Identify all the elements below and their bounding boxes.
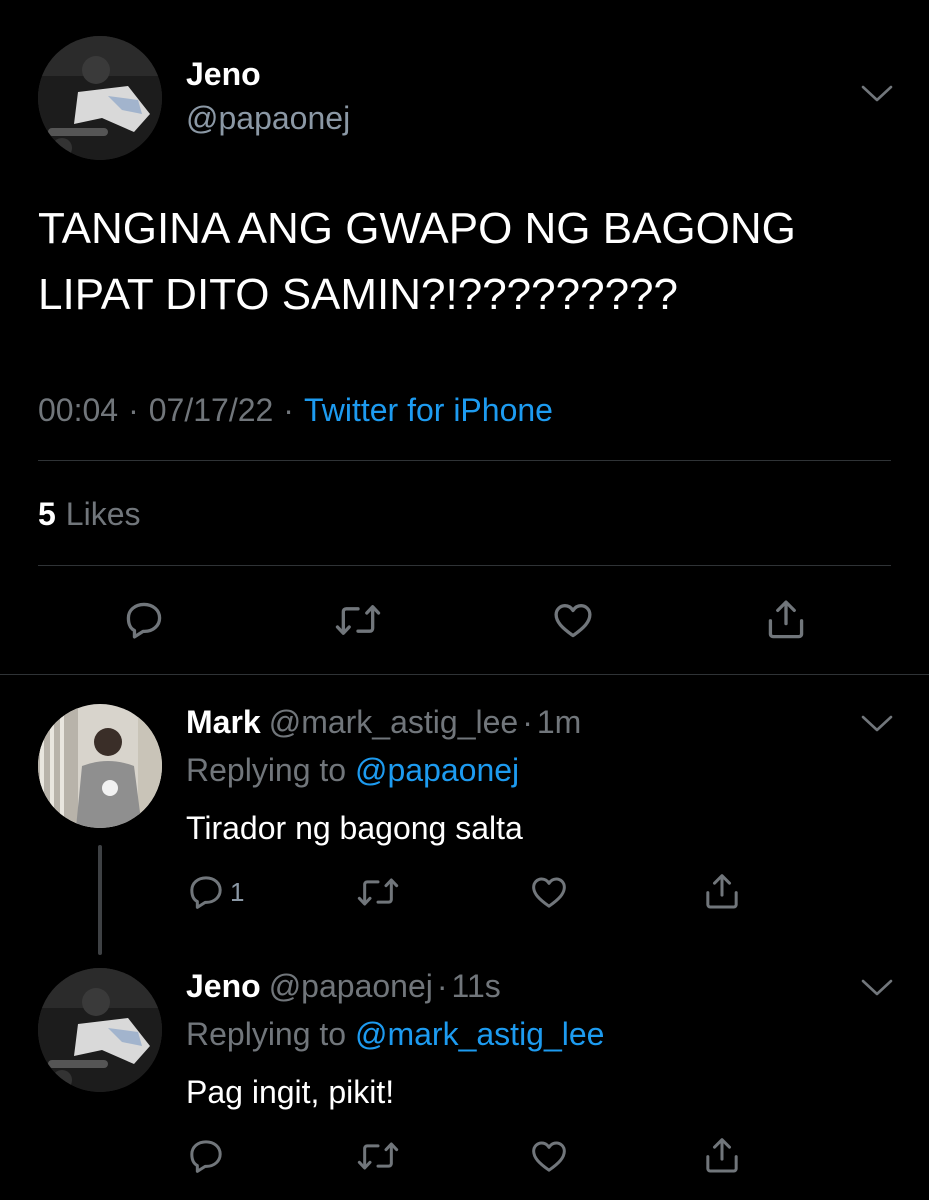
- like-icon: [532, 877, 566, 908]
- reply-icon: [190, 1140, 222, 1173]
- reply-text: Tirador ng bagong salta: [186, 810, 523, 846]
- share-button[interactable]: [702, 1134, 742, 1176]
- retweet-button[interactable]: [356, 872, 400, 912]
- avatar[interactable]: [38, 704, 162, 828]
- reply-icon: [190, 876, 222, 909]
- reply-button[interactable]: [186, 1136, 230, 1176]
- meta-dot: ·: [128, 392, 139, 428]
- retweet-icon: [335, 605, 381, 635]
- reply-text: Pag ingit, pikit!: [186, 1074, 395, 1110]
- tweet-date: 07/17/22: [148, 392, 274, 428]
- share-icon: [706, 1138, 738, 1173]
- header-dot: ·: [436, 968, 448, 1004]
- retweet-icon: [357, 1142, 399, 1170]
- share-button[interactable]: [764, 596, 808, 642]
- share-icon: [706, 874, 738, 909]
- reply-author-name[interactable]: Jeno: [186, 968, 261, 1004]
- tweet-text: TANGINA ANG GWAPO NG BAGONG LIPAT DITO S…: [38, 204, 796, 319]
- reply-author-handle[interactable]: @mark_astig_lee: [269, 704, 518, 740]
- retweet-button[interactable]: [356, 1136, 400, 1176]
- share-button[interactable]: [702, 870, 742, 912]
- meta-dot: ·: [283, 392, 294, 428]
- divider: [38, 460, 891, 461]
- chevron-down-icon[interactable]: [860, 712, 894, 734]
- likes-count: 5: [38, 496, 56, 532]
- reply-time: 1m: [536, 704, 582, 740]
- chevron-down-icon[interactable]: [860, 82, 894, 104]
- like-icon: [532, 1141, 566, 1172]
- avatar-photo: [38, 36, 162, 160]
- avatar-photo: [38, 968, 162, 1092]
- tweet-time: 00:04: [38, 392, 119, 428]
- reply-author-name[interactable]: Mark: [186, 704, 261, 740]
- avatar[interactable]: [38, 36, 162, 160]
- mention-link[interactable]: @papaonej: [355, 752, 519, 788]
- reply-button[interactable]: 1: [186, 872, 244, 912]
- header-dot: ·: [522, 704, 533, 740]
- retweet-icon: [357, 878, 399, 906]
- thread-connector: [98, 845, 102, 955]
- author-handle[interactable]: @papaonej: [186, 100, 350, 136]
- like-button[interactable]: [550, 598, 596, 642]
- replying-to: Replying to @mark_astig_lee: [186, 1014, 604, 1054]
- reply-time: 11s: [451, 968, 501, 1004]
- avatar[interactable]: [38, 968, 162, 1092]
- author-name[interactable]: Jeno: [186, 56, 261, 92]
- share-icon: [768, 600, 804, 639]
- reply-header: Mark @mark_astig_lee · 1m: [186, 702, 581, 742]
- tweet-detail-view: Jeno @papaonej TANGINA ANG GWAPO NG BAGO…: [0, 0, 929, 1200]
- chevron-down-icon[interactable]: [860, 976, 894, 998]
- section-divider: [0, 674, 929, 675]
- like-button[interactable]: [528, 1136, 570, 1176]
- reply-button[interactable]: [122, 598, 166, 642]
- mention-link[interactable]: @mark_astig_lee: [355, 1016, 604, 1052]
- retweet-button[interactable]: [334, 598, 382, 642]
- likes-label: Likes: [65, 496, 141, 532]
- replying-prefix: Replying to: [186, 1016, 347, 1052]
- replying-to: Replying to @papaonej: [186, 750, 519, 790]
- likes-stat[interactable]: 5 Likes: [38, 494, 141, 534]
- avatar-photo: [38, 704, 162, 828]
- replying-prefix: Replying to: [186, 752, 347, 788]
- like-button[interactable]: [528, 872, 570, 912]
- tweet-meta: 00:04 · 07/17/22 · Twitter for iPhone: [38, 390, 553, 430]
- tweet-source-link[interactable]: Twitter for iPhone: [304, 392, 553, 428]
- reply-icon: [126, 602, 162, 639]
- reply-header: Jeno @papaonej · 11s: [186, 966, 501, 1006]
- reply-author-handle[interactable]: @papaonej: [269, 968, 433, 1004]
- reply-count: 1: [230, 876, 245, 907]
- divider: [38, 565, 891, 566]
- like-icon: [554, 604, 592, 638]
